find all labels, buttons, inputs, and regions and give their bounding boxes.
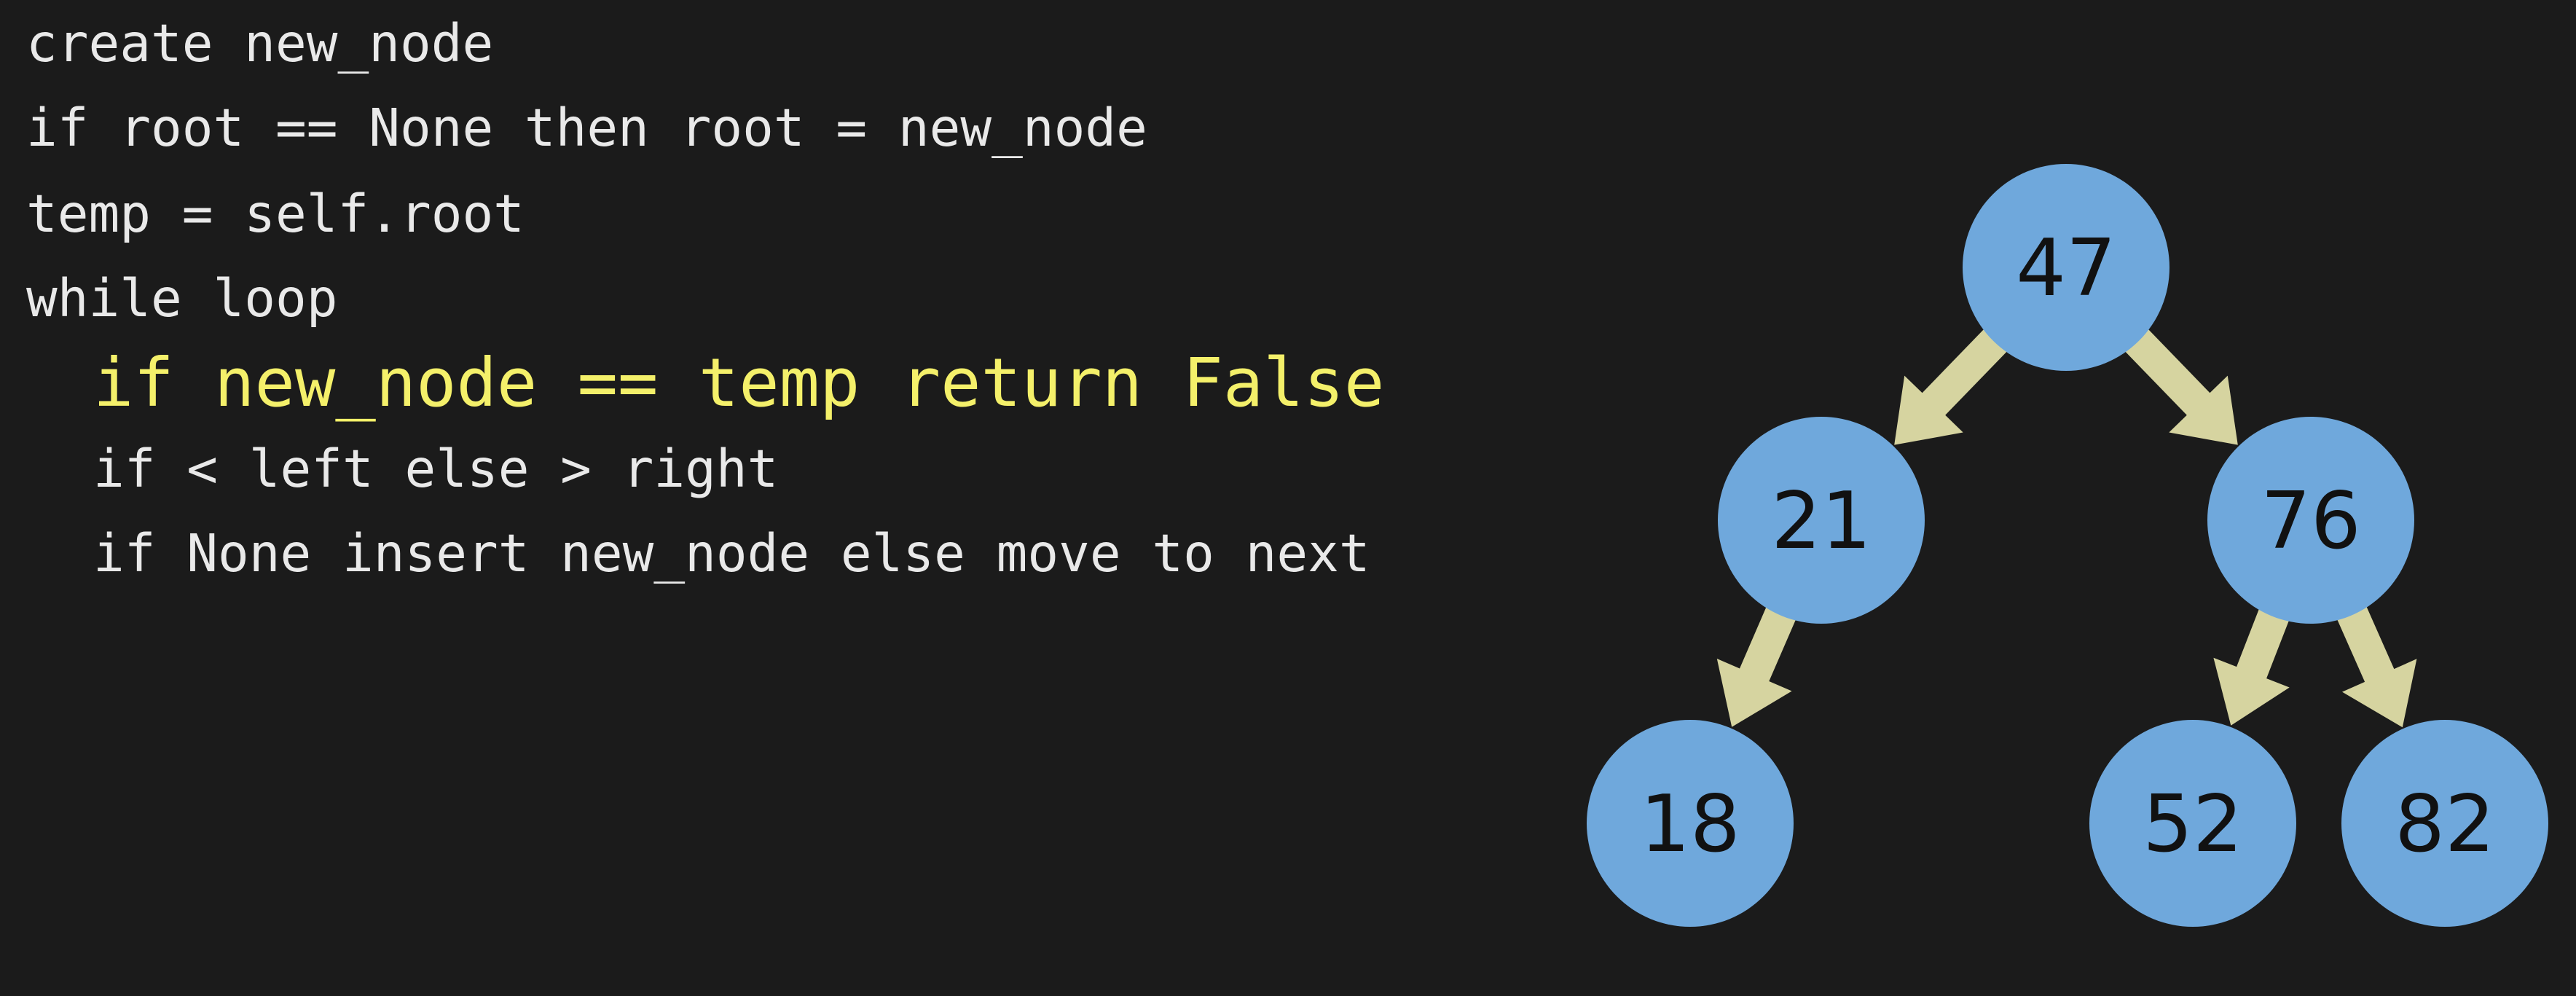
node-label: 47: [2016, 223, 2116, 314]
edge-arrow-n21-n18: [1716, 605, 1797, 727]
node-label: 82: [2395, 779, 2494, 870]
node-label: 18: [1640, 779, 1740, 870]
tree-node-76: 76: [2207, 417, 2414, 624]
edge-arrow-n47-n76: [2123, 327, 2238, 445]
edge-arrow-n76-n82: [2336, 604, 2417, 728]
tree-node-21: 21: [1718, 417, 1925, 624]
binary-search-tree: 47 21 76 18 52 82: [1587, 164, 2548, 927]
tree-node-18: 18: [1587, 720, 1794, 927]
tree-node-47: 47: [1963, 164, 2169, 371]
tree-node-52: 52: [2089, 720, 2296, 927]
tree-node-82: 82: [2341, 720, 2548, 927]
tree-nodes: 47 21 76 18 52 82: [1587, 164, 2548, 927]
edge-arrow-n47-n21: [1894, 327, 2009, 445]
node-label: 52: [2143, 779, 2242, 870]
node-label: 76: [2261, 476, 2360, 567]
edge-arrow-n76-n52: [2213, 606, 2290, 726]
node-label: 21: [1771, 476, 1871, 567]
